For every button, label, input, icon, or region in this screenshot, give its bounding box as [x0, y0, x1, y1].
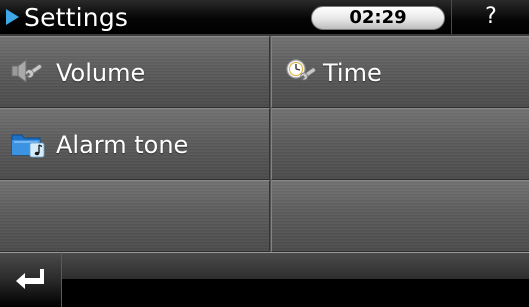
return-arrow-icon	[16, 269, 44, 289]
menu-item-label: Time	[323, 59, 382, 87]
footer-bar	[0, 252, 529, 307]
play-arrow-icon	[6, 9, 19, 25]
header-bar: Settings 02:29 ?	[0, 0, 529, 36]
menu-item-label: Alarm tone	[56, 131, 189, 159]
menu-item-volume[interactable]: Volume	[0, 36, 270, 108]
settings-menu: Volume Time Alarm tone	[0, 36, 529, 252]
menu-item-alarm-tone[interactable]: Alarm tone	[0, 108, 270, 180]
menu-item-time[interactable]: Time	[271, 36, 529, 108]
clock-display: 02:29	[311, 6, 445, 30]
help-button[interactable]: ?	[451, 0, 529, 34]
menu-item-label: Volume	[56, 59, 146, 87]
settings-screen: Settings 02:29 ? Volume Time Alarm tone	[0, 0, 529, 307]
empty-menu-cell	[271, 180, 529, 252]
footer-strip	[0, 252, 529, 279]
clock-wrench-icon	[282, 57, 318, 87]
empty-menu-cell	[271, 108, 529, 180]
back-button[interactable]	[0, 252, 62, 307]
music-folder-icon	[10, 129, 46, 159]
empty-menu-cell	[0, 180, 270, 252]
speaker-wrench-icon	[10, 57, 46, 87]
page-title: Settings	[24, 3, 129, 32]
